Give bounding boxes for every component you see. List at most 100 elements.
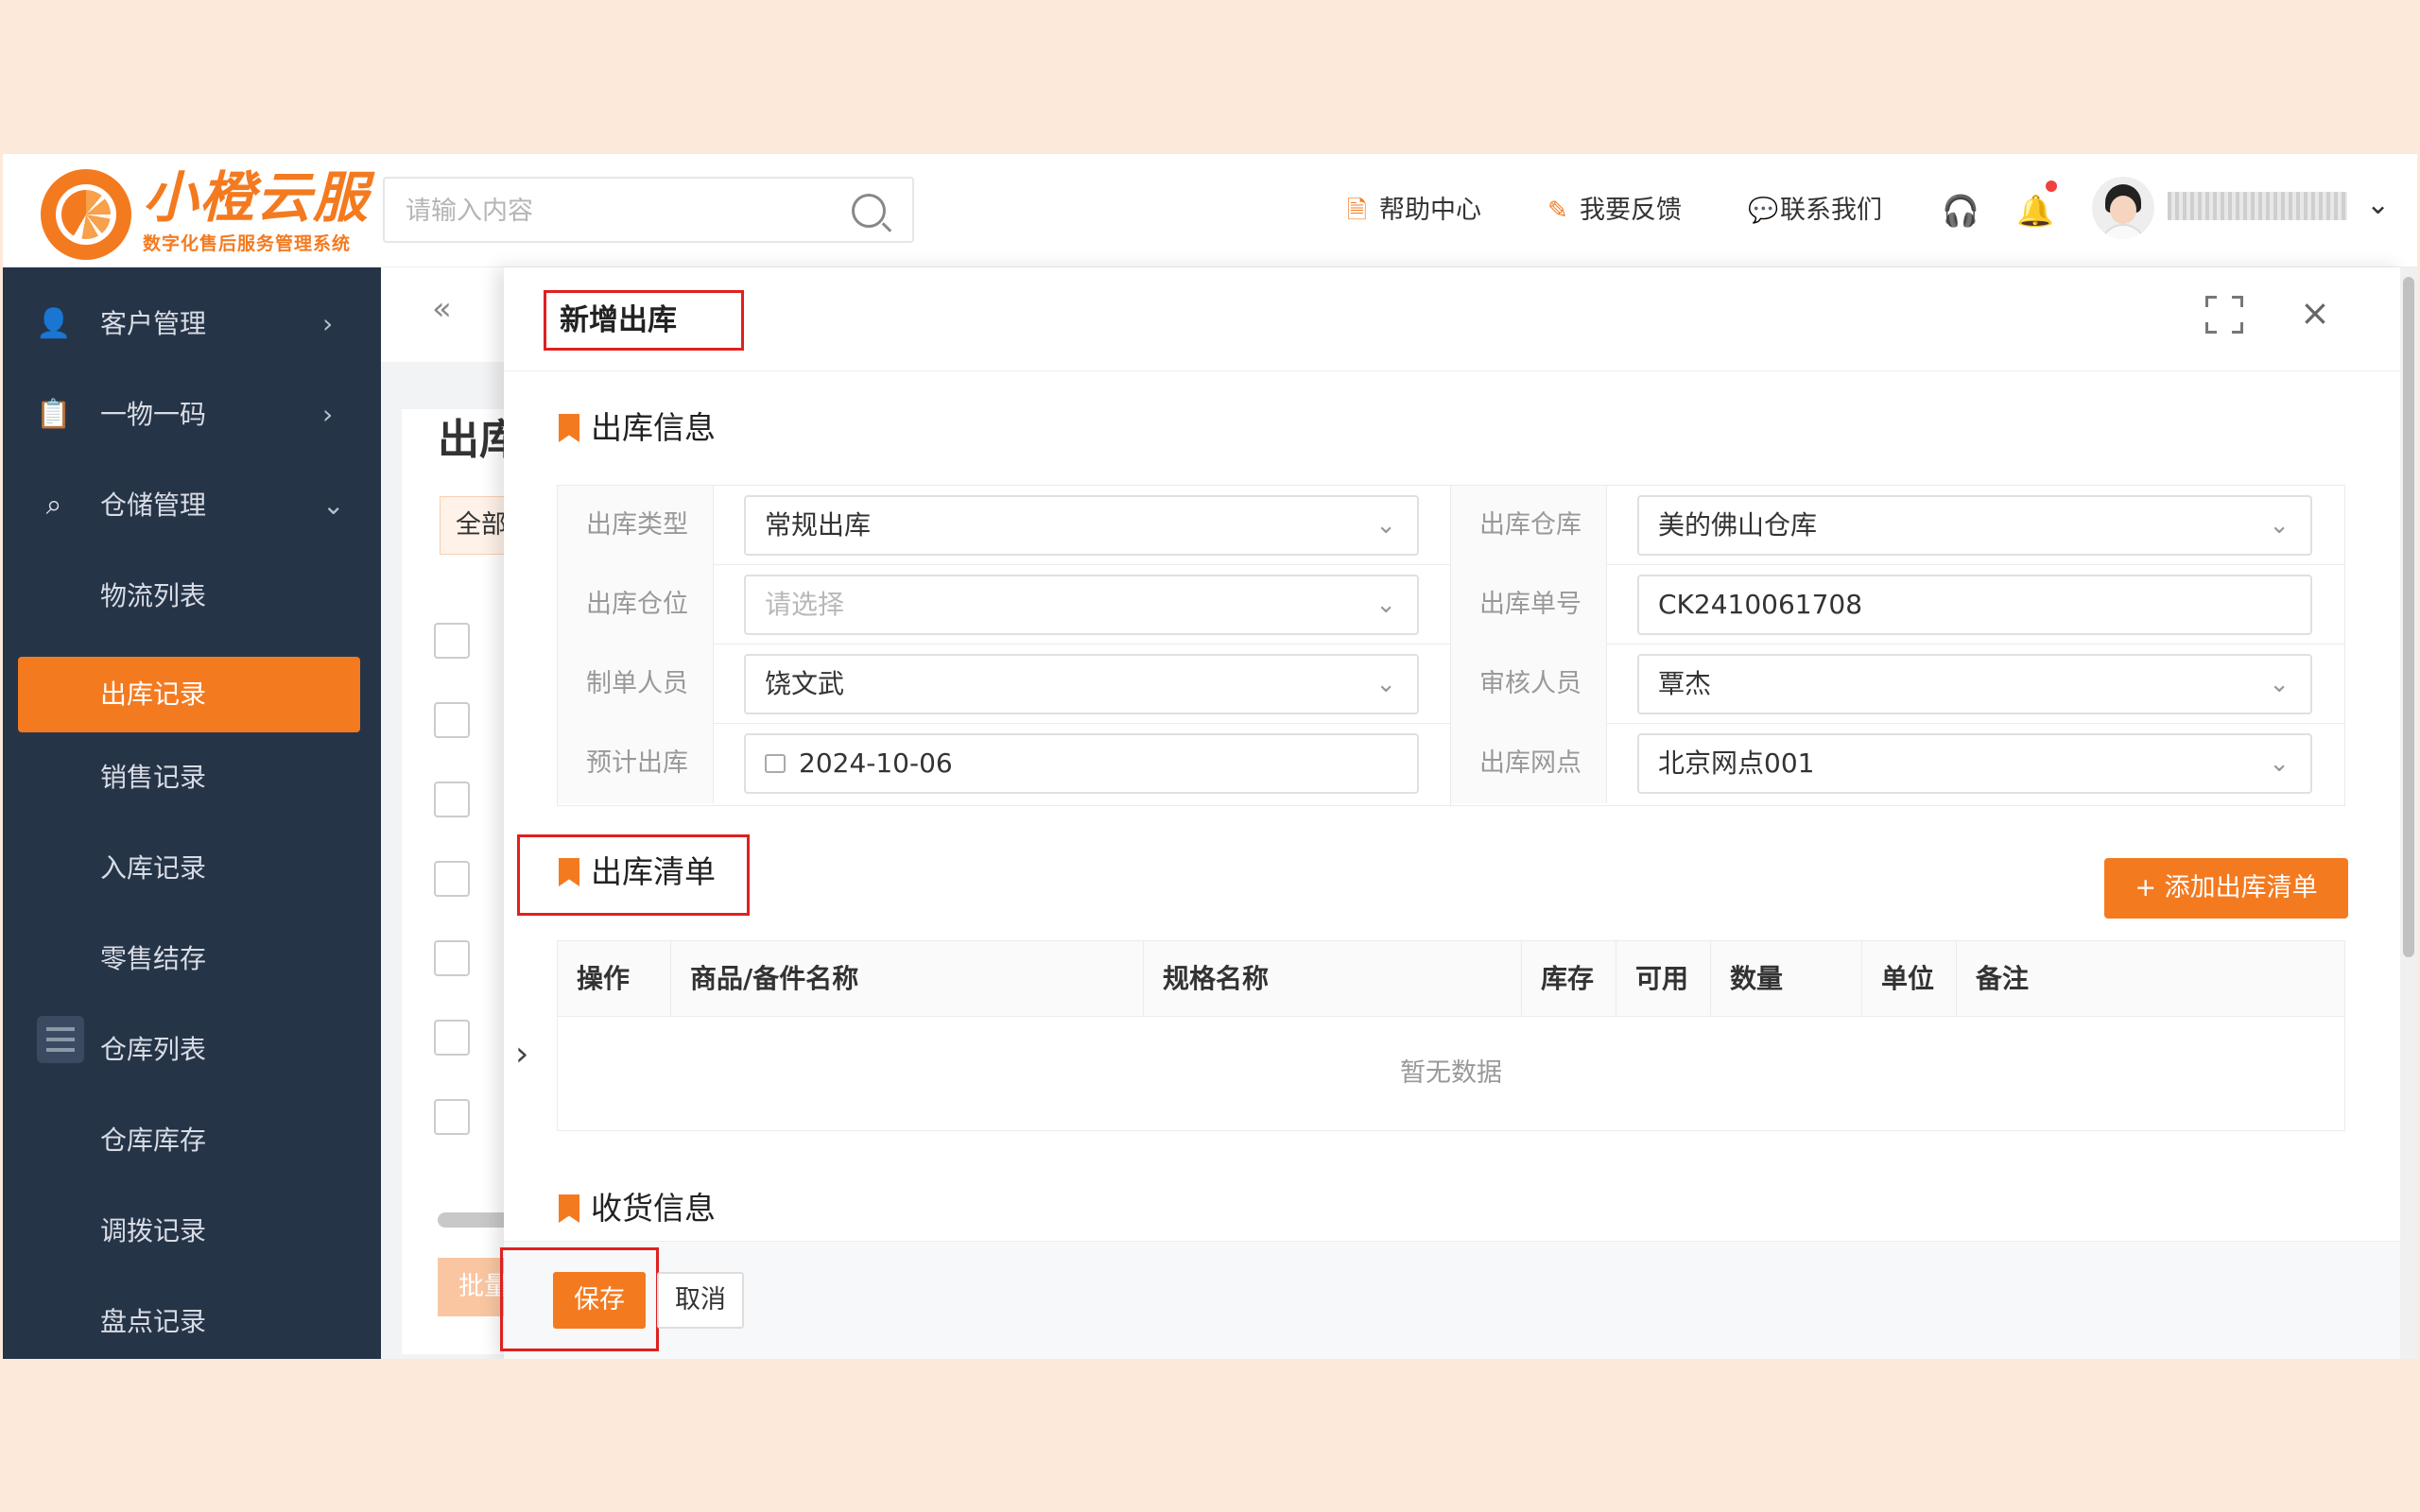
auditor-select[interactable]: 覃杰 ⌄	[1637, 654, 2312, 714]
calendar-icon	[765, 754, 786, 773]
location-select[interactable]: 请选择 ⌄	[744, 575, 1419, 635]
sidebar-item-customers[interactable]: 👤 客户管理 ›	[3, 286, 381, 362]
section-outbound-list: 出库清单	[559, 851, 716, 893]
sidebar-sub-stocktake[interactable]: 盘点记录	[3, 1284, 381, 1359]
headset-icon[interactable]: 🎧	[1942, 190, 1979, 232]
sidebar-item-one-code[interactable]: 📋 一物一码 ›	[3, 377, 381, 453]
row-checkbox[interactable]	[434, 702, 470, 738]
sidebar-sub-label: 物流列表	[100, 580, 207, 611]
table-empty-text: 暂无数据	[1400, 1058, 1502, 1088]
add-outbound-list-button[interactable]: + 添加出库清单	[2104, 858, 2348, 919]
location-placeholder: 请选择	[765, 589, 845, 620]
sidebar-sub-label: 盘点记录	[100, 1306, 207, 1337]
sidebar-sub-label: 仓库库存	[100, 1125, 207, 1156]
sidebar-sub-outbound-records[interactable]: 出库记录	[18, 657, 360, 732]
date-picker[interactable]: 2024-10-06	[744, 733, 1419, 794]
out-type-label: 出库类型	[558, 486, 714, 565]
chevron-down-icon: ⌄	[2269, 511, 2290, 540]
logo-subtitle: 数字化售后服务管理系统	[143, 233, 352, 254]
close-icon[interactable]: ×	[2300, 292, 2330, 334]
row-checkbox[interactable]	[434, 861, 470, 897]
vertical-scrollbar[interactable]	[2400, 267, 2417, 1359]
help-center-label: 帮助中心	[1379, 196, 1481, 225]
chevron-down-icon: ⌄	[322, 490, 345, 521]
sidebar-sub-label: 销售记录	[100, 762, 207, 793]
scrollbar-thumb[interactable]	[2403, 277, 2414, 957]
row-checkbox[interactable]	[434, 940, 470, 976]
sidebar-sub-label: 入库记录	[100, 852, 207, 884]
app-window: 小橙云服 数字化售后服务管理系统 🗎 帮助中心 ✎ 我要反馈 💬联系我们 🎧 🔔 ⌄…	[3, 154, 2417, 1359]
chevron-down-icon: ⌄	[2269, 749, 2290, 778]
top-header: 小橙云服 数字化售后服务管理系统 🗎 帮助中心 ✎ 我要反馈 💬联系我们 🎧 🔔 ⌄	[3, 154, 2417, 267]
auditor-label: 审核人员	[1451, 644, 1607, 724]
search-input[interactable]	[404, 192, 838, 230]
chevron-down-icon: ⌄	[1375, 670, 1396, 698]
double-chevron-left-icon[interactable]: «	[432, 290, 452, 328]
auditor-value: 覃杰	[1658, 668, 1712, 699]
creator-value: 饶文武	[765, 668, 845, 699]
row-checkbox[interactable]	[434, 782, 470, 817]
chevron-down-icon: ⌄	[2269, 670, 2290, 698]
col-unit: 单位	[1862, 941, 1957, 1017]
col-spec-name: 规格名称	[1144, 941, 1522, 1017]
drawer-footer	[504, 1241, 2404, 1359]
chevron-right-icon[interactable]: ›	[515, 1035, 528, 1074]
sidebar-sub-warehouse-stock[interactable]: 仓库库存	[3, 1103, 381, 1178]
pen-icon: ✎	[1547, 197, 1568, 225]
contact-label: 联系我们	[1780, 196, 1882, 225]
chevron-right-icon: ›	[322, 399, 334, 430]
out-type-value: 常规出库	[765, 509, 872, 541]
sidebar-sub-inbound[interactable]: 入库记录	[3, 831, 381, 906]
help-center-link[interactable]: 🗎 帮助中心	[1347, 192, 1481, 230]
menu-collapse-icon[interactable]	[37, 1016, 84, 1063]
fullscreen-icon[interactable]	[2205, 296, 2243, 334]
sidebar-item-label: 客户管理	[100, 308, 207, 339]
form-row: 制单人员 饶文武 ⌄ 审核人员 覃杰 ⌄	[558, 644, 2344, 724]
save-button[interactable]: 保存	[553, 1272, 646, 1329]
chevron-down-icon[interactable]: ⌄	[2366, 188, 2390, 221]
section-title-text: 出库信息	[591, 409, 716, 446]
out-type-select[interactable]: 常规出库 ⌄	[744, 495, 1419, 556]
sidebar-sub-label: 零售结存	[100, 943, 207, 974]
user-icon: 👤	[36, 307, 72, 340]
user-name-redacted[interactable]	[2168, 192, 2347, 220]
sidebar-sub-transfer[interactable]: 调拨记录	[3, 1194, 381, 1269]
cancel-button[interactable]: 取消	[657, 1272, 744, 1329]
sidebar-item-label: 仓储管理	[100, 490, 207, 521]
clipboard-icon: 📋	[36, 398, 72, 431]
col-quantity: 数量	[1711, 941, 1862, 1017]
bookmark-icon	[559, 414, 579, 442]
row-checkbox[interactable]	[434, 1020, 470, 1056]
warehouse-select[interactable]: 美的佛山仓库 ⌄	[1637, 495, 2312, 556]
col-stock: 库存	[1522, 941, 1616, 1017]
creator-select[interactable]: 饶文武 ⌄	[744, 654, 1419, 714]
form-row: 出库类型 常规出库 ⌄ 出库仓库 美的佛山仓库 ⌄	[558, 486, 2344, 565]
outbound-list-table: 操作 商品/备件名称 规格名称 库存 可用 数量 单位 备注 暂无数据	[557, 940, 2345, 1131]
location-label: 出库仓位	[558, 565, 714, 644]
sidebar-sub-label: 仓库列表	[100, 1034, 207, 1065]
row-checkbox[interactable]	[434, 623, 470, 659]
avatar[interactable]	[2092, 177, 2154, 239]
outlet-select[interactable]: 北京网点001 ⌄	[1637, 733, 2312, 794]
chevron-down-icon: ⌄	[1375, 591, 1396, 619]
contact-link[interactable]: 💬联系我们	[1748, 192, 1882, 230]
search-icon[interactable]	[852, 194, 886, 228]
sidebar-sub-sales[interactable]: 销售记录	[3, 740, 381, 816]
bookmark-icon	[559, 1194, 579, 1223]
order-no-value: CK2410061708	[1658, 589, 1863, 620]
sidebar-sub-retail-balance[interactable]: 零售结存	[3, 921, 381, 997]
orange-logo-icon	[41, 169, 131, 260]
col-remark: 备注	[1976, 963, 2030, 994]
form-row: 预计出库 2024-10-06 出库网点 北京网点001 ⌄	[558, 724, 2344, 803]
sidebar-sub-logistics[interactable]: 物流列表	[3, 558, 381, 634]
feedback-link[interactable]: ✎ 我要反馈	[1547, 192, 1682, 230]
global-search	[383, 177, 914, 243]
row-checkbox[interactable]	[434, 1099, 470, 1135]
order-no-input[interactable]: CK2410061708	[1637, 575, 2312, 635]
section-title-text: 收货信息	[591, 1190, 716, 1227]
sidebar-item-warehouse[interactable]: ⌕ 仓储管理 ⌄	[3, 468, 381, 543]
bell-icon[interactable]: 🔔	[2016, 190, 2054, 232]
section-receipt-info: 收货信息	[559, 1188, 716, 1229]
bookmark-icon	[559, 858, 579, 886]
section-title-text: 出库清单	[591, 853, 716, 890]
